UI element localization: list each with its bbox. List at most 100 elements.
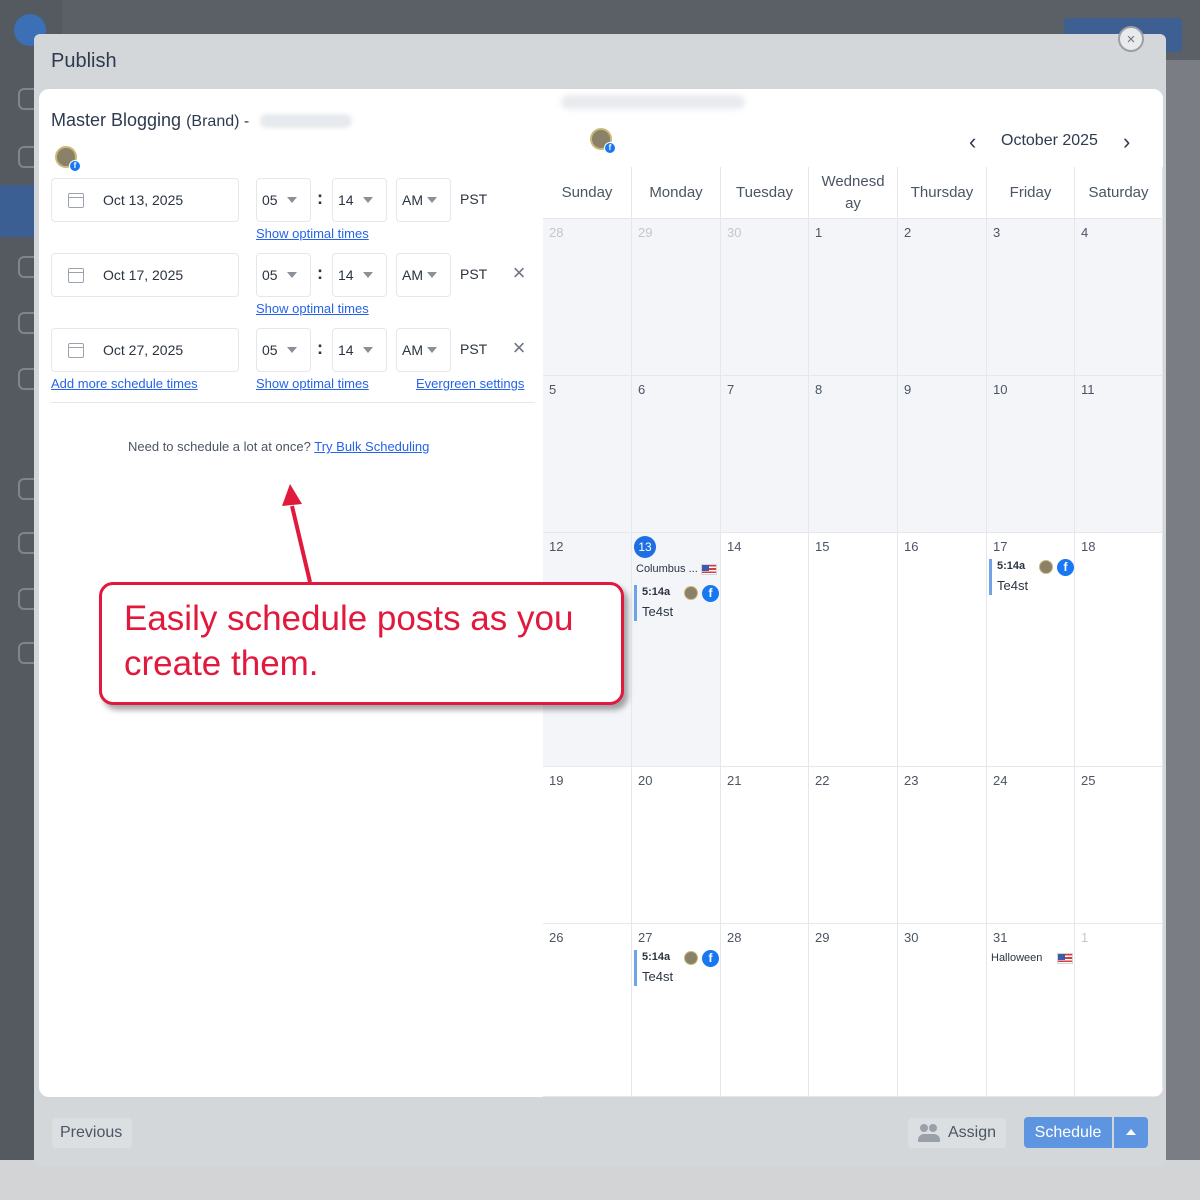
bulk-scheduling-link[interactable]: Try Bulk Scheduling [314, 439, 429, 454]
day-cell[interactable]: 10 [987, 376, 1075, 533]
day-cell[interactable]: 21 [721, 767, 809, 924]
day-cell[interactable]: 20 [632, 767, 721, 924]
day-cell[interactable]: 1 [1075, 924, 1163, 1097]
show-optimal-times-link[interactable]: Show optimal times [256, 301, 369, 316]
day-cell[interactable]: 14 [721, 533, 809, 767]
show-optimal-times-link[interactable]: Show optimal times [256, 226, 369, 241]
remove-time-icon[interactable]: × [509, 337, 529, 359]
day-number: 29 [638, 225, 653, 240]
hour-select[interactable]: 05 [256, 328, 311, 372]
scheduled-post[interactable]: 5:14a f Te4st [989, 559, 1074, 595]
us-flag-icon [701, 564, 717, 575]
assign-button[interactable]: Assign [908, 1118, 1006, 1148]
day-cell[interactable]: 9 [898, 376, 987, 533]
date-value: Oct 13, 2025 [103, 192, 184, 208]
profile-avatar[interactable]: f [55, 146, 81, 172]
date-picker[interactable]: Oct 27, 2025 [51, 328, 239, 372]
day-number: 27 [638, 930, 653, 945]
ampm-select[interactable]: AM [396, 253, 451, 297]
day-cell[interactable]: 29 [809, 924, 898, 1097]
day-cell[interactable]: 5 [543, 376, 632, 533]
day-cell[interactable]: 25 [1075, 767, 1163, 924]
chevron-down-icon [427, 197, 437, 203]
chevron-down-icon [427, 272, 437, 278]
day-cell[interactable]: 26 [543, 924, 632, 1097]
assign-label: Assign [948, 1124, 997, 1141]
previous-month-icon[interactable]: ‹ [969, 129, 976, 155]
modal-title: Publish [51, 50, 117, 72]
day-cell[interactable]: 30 [721, 219, 809, 376]
day-cell[interactable]: 17 5:14a f Te4st [987, 533, 1075, 767]
date-value: Oct 27, 2025 [103, 342, 184, 358]
day-cell[interactable]: 22 [809, 767, 898, 924]
hour-select[interactable]: 05 [256, 253, 311, 297]
remove-time-icon[interactable]: × [509, 262, 529, 284]
day-cell[interactable]: 8 [809, 376, 898, 533]
day-number: 14 [727, 539, 742, 554]
day-cell[interactable]: 28 [721, 924, 809, 1097]
month-label: October 2025 [1001, 132, 1098, 149]
day-cell[interactable]: 24 [987, 767, 1075, 924]
minute-select[interactable]: 14 [332, 253, 387, 297]
day-cell[interactable]: 3 [987, 219, 1075, 376]
day-cell-today[interactable]: 13 Columbus ... 5:14a f Te4st [632, 533, 721, 767]
brand-title: Master Blogging (Brand) - [51, 110, 353, 131]
scheduled-post[interactable]: 5:14a f Te4st [634, 585, 719, 621]
day-cell[interactable]: 18 [1075, 533, 1163, 767]
day-cell[interactable]: 1 [809, 219, 898, 376]
day-cell[interactable]: 7 [721, 376, 809, 533]
day-cell[interactable]: 28 [543, 219, 632, 376]
ampm-select[interactable]: AM [396, 178, 451, 222]
schedule-button[interactable]: Schedule [1024, 1117, 1112, 1148]
post-time: 5:14a [642, 586, 671, 598]
timezone-label: PST [460, 341, 488, 357]
day-number: 31 [993, 930, 1008, 945]
scheduled-post[interactable]: 5:14a f Te4st [634, 950, 719, 986]
schedule-options-chevron-up-icon[interactable] [1114, 1117, 1148, 1148]
day-cell[interactable]: 23 [898, 767, 987, 924]
day-number: 6 [638, 382, 646, 397]
day-cell[interactable]: 30 [898, 924, 987, 1097]
minute-select[interactable]: 14 [332, 328, 387, 372]
date-picker[interactable]: Oct 13, 2025 [51, 178, 239, 222]
weekday-header: Thursday [898, 167, 987, 219]
day-cell[interactable]: 6 [632, 376, 721, 533]
day-cell[interactable]: 15 [809, 533, 898, 767]
brand-suffix: (Brand) - [186, 113, 250, 130]
minute-select[interactable]: 14 [332, 178, 387, 222]
sidebar-active-item [0, 185, 38, 237]
day-number: 25 [1081, 773, 1096, 788]
holiday-label: Columbus ... [636, 563, 698, 575]
day-cell[interactable]: 29 [632, 219, 721, 376]
day-number: 24 [993, 773, 1008, 788]
day-number: 10 [993, 382, 1008, 397]
time-separator: : [317, 338, 323, 358]
show-optimal-times-link[interactable]: Show optimal times [256, 376, 369, 391]
evergreen-settings-link[interactable]: Evergreen settings [416, 376, 524, 391]
weekday-header: Friday [987, 167, 1075, 219]
day-cell[interactable]: 11 [1075, 376, 1163, 533]
post-title: Te4st [997, 578, 1029, 593]
divider [51, 402, 535, 403]
next-month-icon[interactable]: › [1123, 129, 1130, 155]
weekday-header: Saturday [1075, 167, 1163, 219]
chevron-down-icon [363, 347, 373, 353]
day-number: 8 [815, 382, 823, 397]
add-more-schedule-times-link[interactable]: Add more schedule times [51, 376, 198, 391]
day-cell[interactable]: 16 [898, 533, 987, 767]
hour-select[interactable]: 05 [256, 178, 311, 222]
ampm-select[interactable]: AM [396, 328, 451, 372]
facebook-icon: f [1057, 559, 1074, 576]
day-cell[interactable]: 4 [1075, 219, 1163, 376]
profile-avatar[interactable]: f [590, 128, 616, 154]
close-icon[interactable]: × [1118, 26, 1144, 52]
weekday-header: Wednesd ay [809, 167, 898, 219]
date-picker[interactable]: Oct 17, 2025 [51, 253, 239, 297]
day-cell[interactable]: 27 5:14a f Te4st [632, 924, 721, 1097]
day-number: 5 [549, 382, 557, 397]
previous-button[interactable]: Previous [52, 1118, 132, 1148]
day-cell[interactable]: 2 [898, 219, 987, 376]
day-cell[interactable]: 31 Halloween [987, 924, 1075, 1097]
day-cell[interactable]: 19 [543, 767, 632, 924]
calendar-pane: f ‹ October 2025 › Sunday Monday Tuesday… [543, 89, 1163, 1097]
